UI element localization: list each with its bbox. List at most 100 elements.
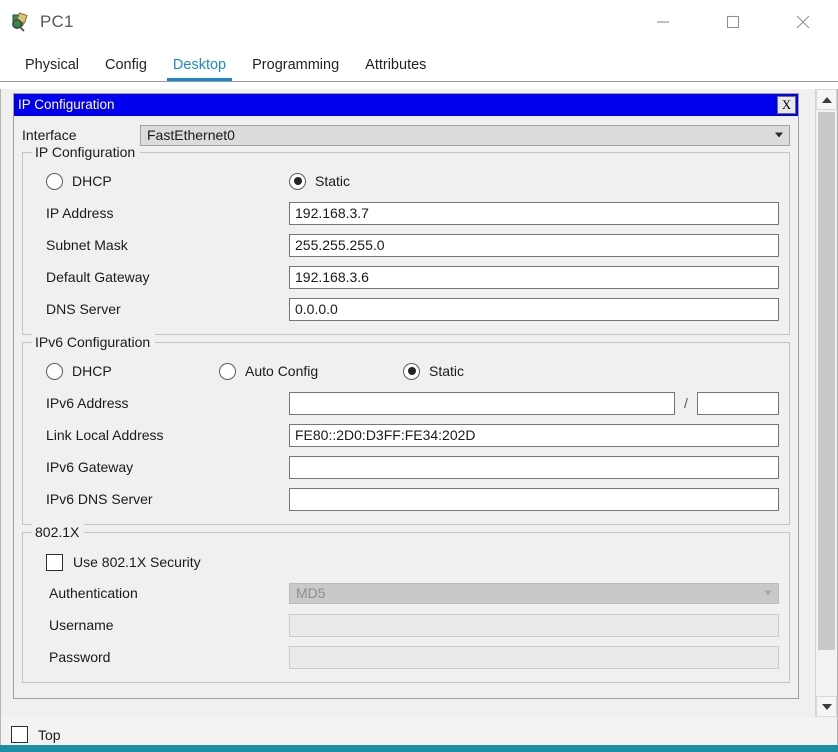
tab-programming[interactable]: Programming	[239, 50, 352, 81]
tab-physical[interactable]: Physical	[12, 50, 92, 81]
use-dot1x-security-label: Use 802.1X Security	[73, 554, 201, 570]
password-label: Password	[49, 649, 111, 665]
chevron-down-icon	[821, 703, 832, 710]
authentication-label: Authentication	[49, 585, 138, 601]
subnet-mask-label: Subnet Mask	[46, 237, 128, 253]
ipv6-auto-config-option[interactable]: Auto Config	[219, 362, 403, 380]
ipv4-dhcp-radio[interactable]	[46, 172, 63, 190]
dialog-title: IP Configuration	[18, 97, 115, 112]
interface-row: Interface FastEthernet0	[22, 124, 790, 146]
link-local-address-input[interactable]: FE80::2D0:D3FF:FE34:202D	[289, 423, 779, 447]
ipv6-dhcp-radio[interactable]	[46, 362, 63, 380]
ipv4-dhcp-option[interactable]: DHCP	[33, 172, 289, 190]
desktop-content-panel: IP Configuration X Interface FastEtherne…	[0, 89, 838, 717]
ipv4-mode-row: DHCP Static	[33, 167, 779, 195]
window-controls	[628, 0, 838, 44]
scrollbar-thumb[interactable]	[818, 112, 835, 650]
default-gateway-label: Default Gateway	[46, 269, 150, 285]
dialog-titlebar: IP Configuration X	[14, 94, 798, 116]
dns-server-value: 0.0.0.0	[295, 301, 338, 317]
tab-attributes[interactable]: Attributes	[352, 50, 439, 81]
dot1x-group: 802.1X Use 802.1X Security Authenticatio…	[22, 524, 790, 683]
ip-address-label: IP Address	[46, 205, 114, 221]
ipv6-address-label: IPv6 Address	[46, 395, 129, 411]
ipv6-dns-server-row: IPv6 DNS Server	[33, 483, 779, 515]
dns-server-label: DNS Server	[46, 301, 121, 317]
authentication-select-value: MD5	[296, 585, 326, 601]
authentication-row: Authentication MD5	[33, 577, 779, 609]
ip-address-input[interactable]: 192.168.3.7	[289, 201, 779, 225]
close-button[interactable]	[768, 0, 838, 44]
ipv4-dhcp-label: DHCP	[72, 173, 112, 189]
tab-config[interactable]: Config	[92, 50, 160, 81]
window-title: PC1	[40, 12, 74, 31]
ipv6-gateway-label: IPv6 Gateway	[46, 459, 134, 475]
username-row: Username	[33, 609, 779, 641]
subnet-mask-row: Subnet Mask 255.255.255.0	[33, 229, 779, 261]
ip-configuration-dialog: IP Configuration X Interface FastEtherne…	[13, 93, 799, 699]
window-title-group: PC1	[0, 11, 74, 33]
maximize-button[interactable]	[698, 0, 768, 44]
use-dot1x-security-option[interactable]: Use 802.1X Security	[33, 547, 779, 577]
packet-tracer-icon	[10, 11, 32, 33]
ipv6-address-input[interactable]	[289, 391, 675, 415]
ipv6-gateway-row: IPv6 Gateway	[33, 451, 779, 483]
use-dot1x-security-checkbox[interactable]	[46, 553, 63, 571]
password-input[interactable]	[289, 645, 779, 669]
subnet-mask-value: 255.255.255.0	[295, 237, 385, 253]
link-local-address-value: FE80::2D0:D3FF:FE34:202D	[295, 427, 476, 443]
ipv4-static-radio[interactable]	[289, 172, 306, 190]
ipv6-dns-server-input[interactable]	[289, 487, 779, 511]
ipv6-configuration-group: IPv6 Configuration DHCP Auto Config Stat…	[22, 334, 790, 525]
dns-server-input[interactable]: 0.0.0.0	[289, 297, 779, 321]
default-gateway-value: 192.168.3.6	[295, 269, 369, 285]
subnet-mask-input[interactable]: 255.255.255.0	[289, 233, 779, 257]
link-local-address-label: Link Local Address	[46, 427, 164, 443]
top-label: Top	[38, 726, 61, 743]
scroll-up-button[interactable]	[816, 89, 837, 110]
minimize-button[interactable]	[628, 0, 698, 44]
dns-server-row: DNS Server 0.0.0.0	[33, 293, 779, 325]
ipv4-configuration-group: IP Configuration DHCP Static IP Address …	[22, 144, 790, 335]
content-scrollbar[interactable]	[815, 89, 837, 717]
ipv6-static-radio[interactable]	[403, 362, 420, 380]
ipv6-static-label: Static	[429, 363, 465, 379]
ipv6-dns-server-label: IPv6 DNS Server	[46, 491, 153, 507]
interface-select[interactable]: FastEthernet0	[140, 124, 790, 146]
ipv6-dhcp-option[interactable]: DHCP	[33, 362, 219, 380]
ipv6-auto-config-radio[interactable]	[219, 362, 236, 380]
scroll-down-button[interactable]	[816, 696, 837, 717]
scrollbar-track[interactable]	[816, 110, 837, 696]
tab-bar: Physical Config Desktop Programming Attr…	[0, 44, 838, 82]
ipv6-mode-row: DHCP Auto Config Static	[33, 357, 779, 385]
username-input[interactable]	[289, 613, 779, 637]
ipv4-static-label: Static	[315, 173, 351, 189]
ipv6-group-legend: IPv6 Configuration	[32, 334, 156, 350]
authentication-select[interactable]: MD5	[289, 582, 779, 604]
link-local-address-row: Link Local Address FE80::2D0:D3FF:FE34:2…	[33, 419, 779, 451]
username-label: Username	[49, 617, 114, 633]
chevron-down-icon	[775, 132, 783, 138]
chevron-down-icon	[764, 590, 772, 596]
default-gateway-input[interactable]: 192.168.3.6	[289, 265, 779, 289]
tab-desktop[interactable]: Desktop	[160, 50, 239, 81]
ipv6-gateway-input[interactable]	[289, 455, 779, 479]
chevron-up-icon	[821, 96, 832, 103]
password-row: Password	[33, 641, 779, 673]
interface-label: Interface	[22, 127, 77, 143]
ipv6-static-option[interactable]: Static	[403, 362, 465, 380]
window-titlebar: PC1	[0, 0, 838, 44]
ip-address-value: 192.168.3.7	[295, 205, 369, 221]
dialog-body: Interface FastEthernet0 IP Configuration…	[14, 116, 798, 698]
ipv6-auto-config-label: Auto Config	[245, 363, 319, 379]
top-checkbox[interactable]	[11, 726, 28, 743]
ipv6-prefix-length-input[interactable]	[697, 391, 779, 415]
ipv4-group-legend: IP Configuration	[32, 144, 141, 160]
ipv4-static-option[interactable]: Static	[289, 172, 351, 190]
default-gateway-row: Default Gateway 192.168.3.6	[33, 261, 779, 293]
bottom-accent-strip	[0, 745, 838, 752]
dot1x-group-legend: 802.1X	[32, 524, 85, 540]
ipv6-address-row: IPv6 Address /	[33, 387, 779, 419]
dialog-close-button[interactable]: X	[777, 96, 796, 114]
ip-address-row: IP Address 192.168.3.7	[33, 197, 779, 229]
